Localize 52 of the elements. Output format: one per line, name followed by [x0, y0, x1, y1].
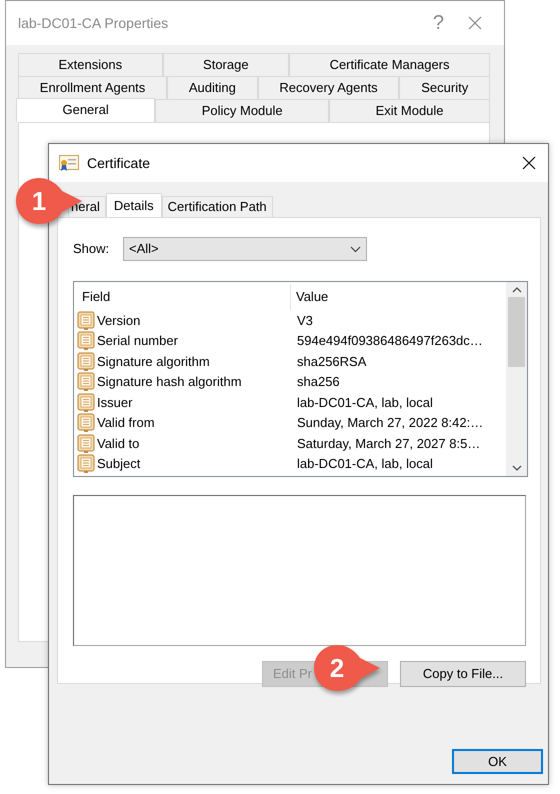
column-header[interactable]: Value — [291, 287, 328, 307]
field-value[interactable]: 594e494f09386486497f263dc… — [291, 331, 483, 350]
tab[interactable]: Exit Module — [329, 99, 490, 122]
field-name[interactable]: Signature algorithm — [97, 352, 210, 371]
field-name[interactable]: Valid to — [97, 434, 140, 453]
field-name[interactable]: Version — [97, 310, 140, 330]
field-name[interactable]: Issuer — [97, 392, 132, 412]
chevron-down-icon — [350, 246, 361, 252]
show-dropdown[interactable]: <All> — [123, 237, 367, 261]
step-callout-tooltip: 2 — [312, 643, 382, 693]
field-value[interactable]: Sunday, March 27, 2022 8:42:… — [291, 413, 484, 432]
tab[interactable]: Policy Module — [155, 99, 330, 122]
tab[interactable]: Extensions — [18, 53, 163, 76]
tab[interactable]: Storage — [162, 53, 290, 76]
scrollbar[interactable] — [506, 282, 527, 476]
column-header[interactable]: Field — [77, 284, 291, 310]
close-icon[interactable] — [522, 156, 536, 170]
tab[interactable]: Auditing — [167, 76, 258, 99]
field-icon — [77, 434, 95, 453]
tab[interactable]: Details — [106, 193, 162, 217]
field-icon — [77, 331, 95, 350]
field-icon — [77, 310, 95, 330]
show-label: Show: — [73, 240, 110, 258]
tab[interactable]: Recovery Agents — [258, 76, 400, 99]
copy-to-file-button[interactable]: Copy to File... — [400, 661, 526, 687]
certificate-icon — [59, 154, 79, 172]
field-value[interactable]: lab-DC01-CA, lab, local — [291, 392, 433, 412]
tab[interactable]: Certification Path — [162, 196, 273, 217]
scroll-up-icon[interactable] — [512, 286, 522, 293]
field-name[interactable]: Serial number — [97, 331, 178, 350]
tab[interactable]: Security — [399, 76, 490, 99]
field-icon — [77, 352, 95, 371]
tab[interactable]: Enrollment Agents — [18, 76, 168, 99]
field-name[interactable]: Subject — [97, 454, 140, 474]
ok-button[interactable]: OK — [452, 749, 543, 774]
window-title: lab-DC01-CA Properties — [18, 14, 168, 33]
tab[interactable]: General — [16, 98, 156, 122]
tab[interactable]: Certificate Managers — [289, 53, 490, 76]
window-title: Certificate — [87, 154, 150, 172]
field-name[interactable]: Signature hash algorithm — [97, 372, 242, 392]
field-name[interactable]: Valid from — [97, 413, 155, 432]
field-value[interactable]: sha256RSA — [291, 352, 366, 371]
scroll-down-icon[interactable] — [512, 465, 522, 472]
field-icon — [77, 372, 95, 392]
field-icon — [77, 454, 95, 474]
scroll-thumb[interactable] — [508, 297, 525, 367]
field-value[interactable]: Saturday, March 27, 2027 8:5… — [291, 434, 480, 453]
field-icon — [77, 392, 95, 412]
field-value[interactable]: lab-DC01-CA, lab, local — [291, 454, 433, 474]
field-icon — [77, 413, 95, 432]
field-value[interactable]: sha256 — [291, 372, 340, 392]
field-value[interactable]: V3 — [291, 310, 313, 330]
